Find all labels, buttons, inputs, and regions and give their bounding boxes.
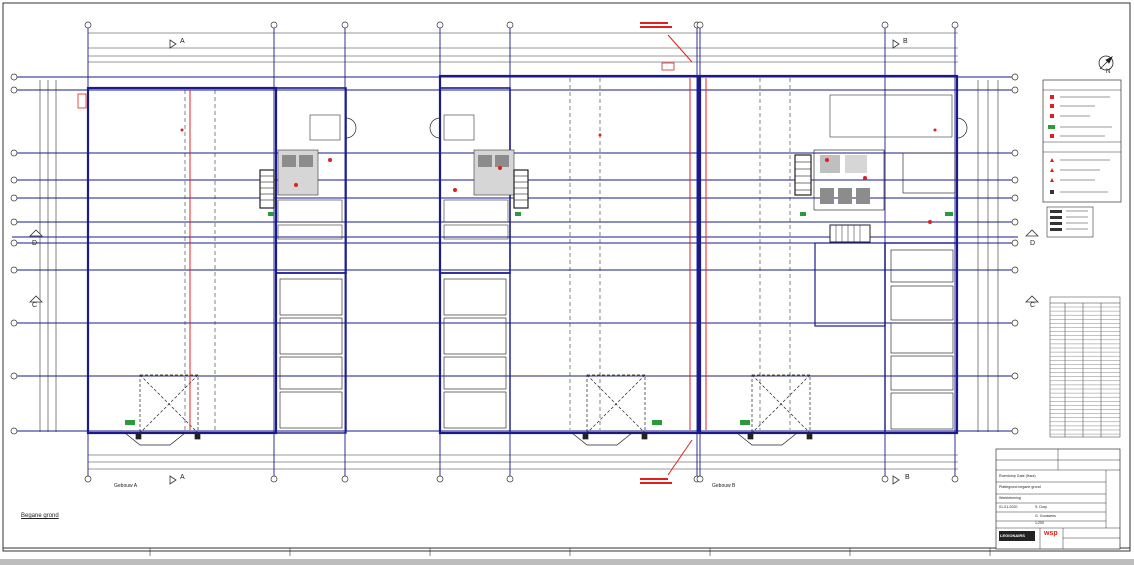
building-a-label: Gebouw A [114,483,138,489]
building-b-walls [698,74,959,435]
building-a-partitions [90,90,274,430]
hatch-legend-panel [1046,206,1094,238]
north-arrow-icon [1098,55,1114,71]
building-a-loading-dock [124,374,201,446]
building-b-loading-dock [736,374,813,446]
client-logo: LEGIONAIRS [1000,533,1025,538]
building-b-partitions [702,78,883,430]
drawing-title: Begane grond [21,513,59,519]
firm-logo: wsp [1044,530,1058,537]
building-middle-loading-dock [571,374,648,446]
section-mark-c-right: C [1030,302,1036,309]
row-bubbles [10,73,1019,435]
symbol-legend-panel [1042,79,1122,203]
section-mark-c-left: C [32,302,38,309]
safety-symbols [77,62,953,425]
floor-plan-drawing-sheet [2,2,1131,556]
title-block-checked-by: G. Goossens [1035,514,1056,518]
section-mark-d-left: D [32,240,38,247]
building-b-label: Gebouw B [712,483,736,489]
title-block-phase: Werktekening [999,496,1021,500]
building-middle-core [443,114,529,240]
section-markers [29,39,1039,485]
building-middle-bays [443,278,507,429]
window-bottom-bar [0,559,1134,565]
section-mark-a-top: A [180,38,185,45]
building-middle-walls [438,74,700,435]
vertical-grid-lines [87,26,956,476]
bottom-dimension-lines [88,454,958,470]
schedule-table [1049,296,1121,438]
building-a-bays [279,278,343,429]
building-b-core [794,94,956,243]
grid-bubbles [84,21,959,483]
left-dimension-lines [39,80,57,432]
border-ticks [149,548,991,556]
right-dimension-lines [977,80,999,432]
title-block-scale: 1:200 [1035,521,1044,525]
title-block-project: Roerdomp Gate (Haut) [999,474,1036,478]
building-b-bays [890,249,954,430]
title-block-drawn-by: S. Dorp [1035,505,1048,509]
title-block-drawing: Plattegrond begane grond [999,485,1041,489]
title-block-date: 01-01-2020 [999,505,1018,509]
building-a-core [259,114,343,240]
horizontal-grid-lines [12,76,1018,432]
top-dimension-lines [88,32,958,63]
building-middle-partitions [512,78,695,430]
section-mark-b-bottom: B [905,474,910,481]
section-mark-d-right: D [1030,240,1036,247]
north-label: N [1106,69,1111,75]
section-mark-b-top: B [903,38,908,45]
section-mark-a-bottom: A [180,474,185,481]
building-a-walls [86,86,347,435]
schedule-table-rows [1050,306,1120,435]
